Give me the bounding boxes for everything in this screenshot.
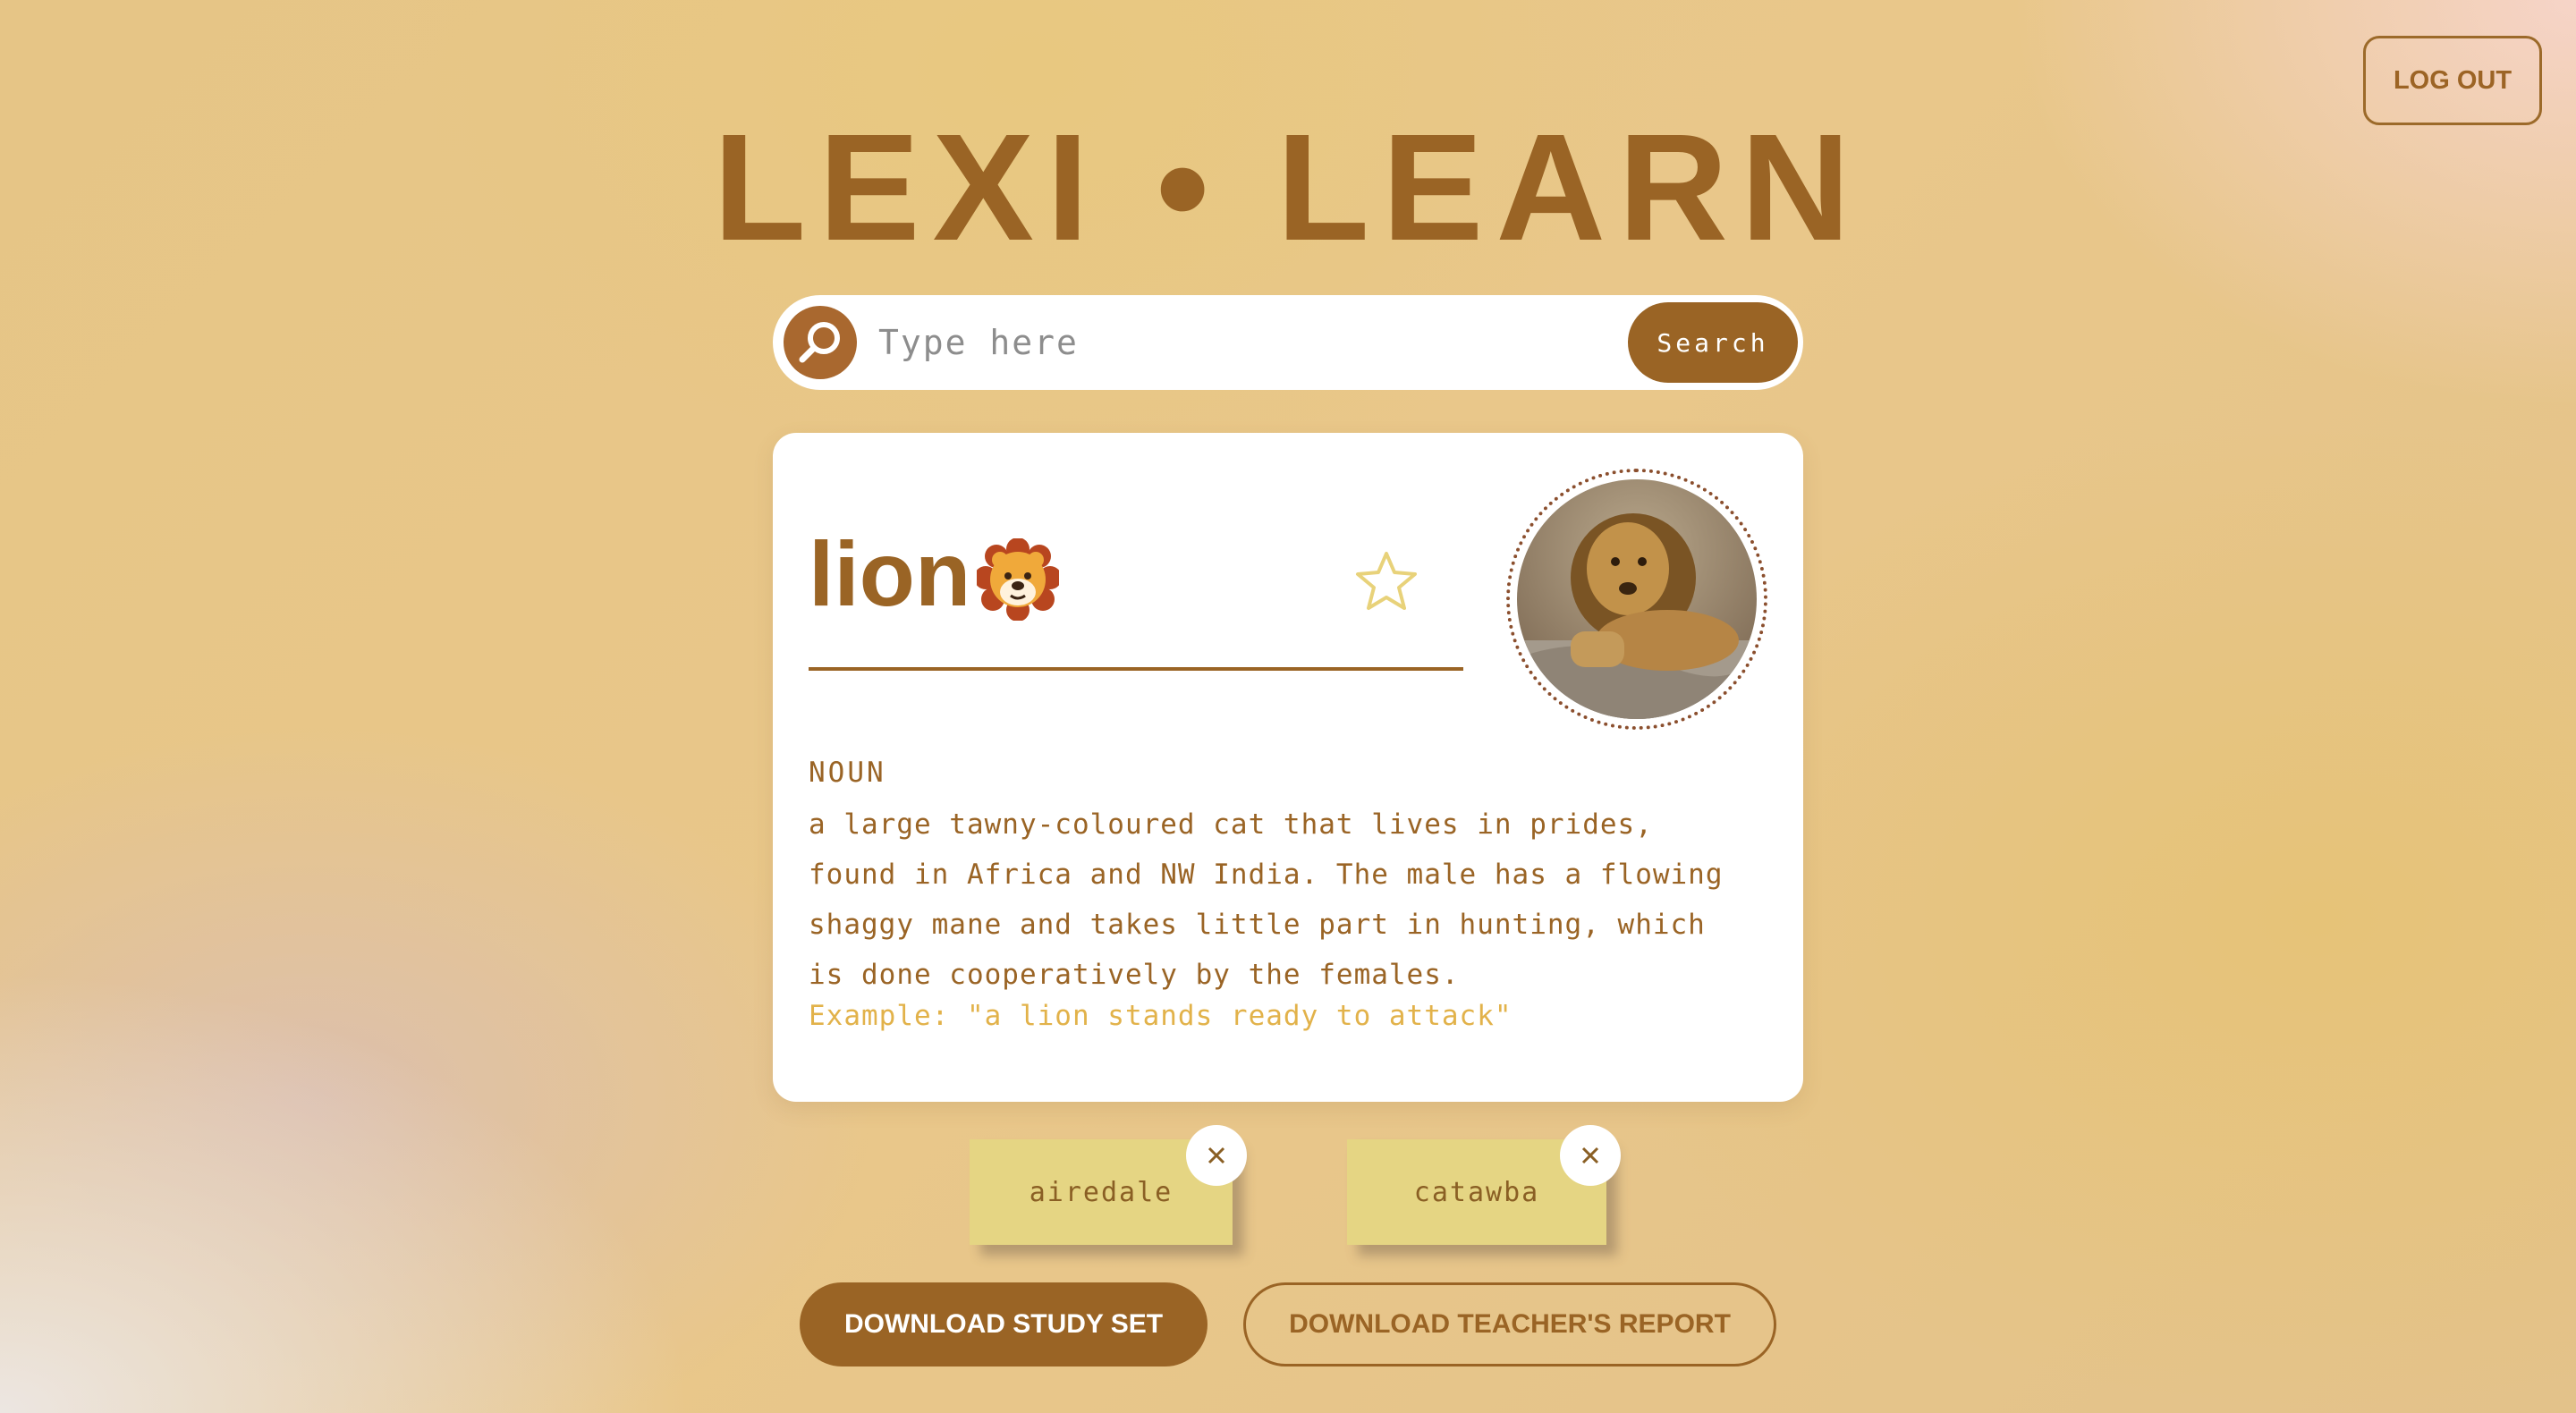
download-study-set-button[interactable]: DOWNLOAD STUDY SET — [800, 1282, 1208, 1366]
close-icon[interactable] — [1560, 1125, 1621, 1186]
close-icon[interactable] — [1186, 1125, 1247, 1186]
lion-photo — [1517, 479, 1757, 719]
lion-face-icon — [974, 537, 1062, 622]
saved-word-label: catawba — [1413, 1176, 1540, 1208]
word-title: lion — [809, 523, 971, 625]
word-divider — [809, 667, 1463, 671]
word-card: lion NOUN a large tawny-coloured cat tha… — [773, 433, 1803, 1102]
part-of-speech: NOUN — [809, 757, 886, 789]
search-icon[interactable] — [784, 306, 857, 379]
saved-word-chip[interactable]: airedale — [970, 1125, 1247, 1245]
word-image-frame — [1506, 469, 1767, 730]
saved-word-label: airedale — [1029, 1176, 1174, 1208]
favorite-star-icon[interactable] — [1354, 549, 1419, 613]
word-example: Example: "a lion stands ready to attack" — [809, 1000, 1513, 1032]
app-title: LEXI • LEARN — [713, 103, 1863, 273]
saved-word-chip[interactable]: catawba — [1347, 1125, 1621, 1245]
search-input[interactable] — [878, 313, 1487, 372]
word-definition: a large tawny-coloured cat that lives in… — [809, 808, 1724, 991]
search-button[interactable]: Search — [1628, 302, 1798, 383]
download-teacher-report-button[interactable]: DOWNLOAD TEACHER'S REPORT — [1243, 1282, 1776, 1366]
search-bar: Search — [773, 295, 1803, 390]
